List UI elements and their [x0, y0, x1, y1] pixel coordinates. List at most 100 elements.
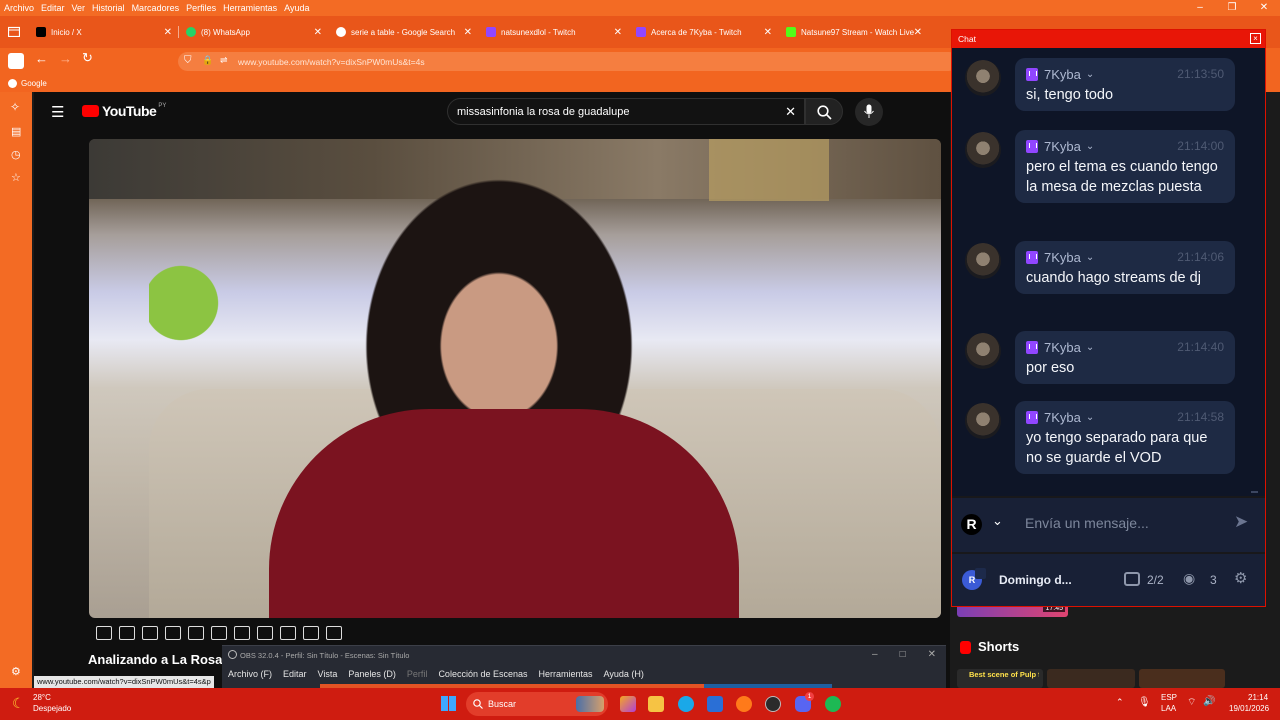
obs-menu-perfil[interactable]: Perfil	[407, 669, 428, 679]
menu-ver[interactable]: Ver	[72, 3, 86, 13]
channel-name[interactable]: Domingo d...	[999, 573, 1072, 587]
history-icon[interactable]: ◷	[11, 148, 21, 161]
fullscreen-icon[interactable]	[211, 626, 227, 640]
menu-editar[interactable]: Editar	[41, 3, 65, 13]
weather-description[interactable]: Despejado	[33, 704, 71, 713]
avatar[interactable]	[965, 60, 1001, 96]
tab-close-icon[interactable]: ✕	[464, 27, 472, 38]
sidebar-toggle-icon[interactable]	[8, 53, 24, 69]
menu-archivo[interactable]: Archivo	[4, 3, 34, 13]
streams-icon[interactable]	[1124, 572, 1140, 586]
tab-manager-icon[interactable]	[8, 26, 20, 37]
restore-icon[interactable]: □	[900, 649, 906, 660]
clear-search-icon[interactable]: ✕	[785, 104, 796, 120]
chevron-down-icon[interactable]: ⌄	[992, 513, 1003, 529]
close-icon[interactable]: ×	[1250, 33, 1261, 44]
hamburger-menu-icon[interactable]: ☰	[51, 103, 64, 121]
send-icon[interactable]: ➤	[1234, 512, 1248, 532]
youtube-logo[interactable]: YouTube PY	[82, 103, 166, 119]
menu-ayuda[interactable]: Ayuda	[284, 3, 309, 13]
chevron-down-icon[interactable]: ⌄	[1086, 252, 1094, 263]
lock-icon[interactable]: 🔒	[202, 55, 213, 66]
tab-close-icon[interactable]: ✕	[614, 27, 622, 38]
clock-time[interactable]: 21:14	[1248, 693, 1268, 702]
obs-menu-editar[interactable]: Editar	[283, 669, 307, 679]
avatar[interactable]	[965, 132, 1001, 168]
forward-icon[interactable]: →	[59, 51, 72, 66]
broadcast-icon[interactable]	[119, 626, 135, 640]
short-thumbnail[interactable]	[1139, 669, 1225, 688]
bookmark-google[interactable]: Google	[21, 79, 47, 88]
account-switcher[interactable]: R	[961, 514, 982, 535]
menu-perfiles[interactable]: Perfiles	[186, 3, 216, 13]
weather-temperature[interactable]: 28°C	[33, 693, 51, 702]
tab-close-icon[interactable]: ✕	[764, 27, 772, 38]
tab-close-icon[interactable]: ✕	[164, 27, 172, 38]
weather-moon-icon[interactable]: ☾	[12, 695, 25, 712]
message-username[interactable]: 7Kyba	[1044, 410, 1081, 425]
copilot-icon[interactable]	[620, 696, 636, 712]
tab-close-icon[interactable]: ✕	[314, 27, 322, 38]
aria-icon[interactable]: ✧	[10, 100, 20, 114]
keyboard-icon[interactable]	[303, 626, 319, 640]
short-thumbnail[interactable]	[1047, 669, 1135, 688]
pinboard-icon[interactable]: ▤	[11, 125, 21, 138]
url-field[interactable]: ⛉ 🔒 ⇌ www.youtube.com/watch?v=dixSnPW0mU…	[178, 52, 958, 71]
chevron-down-icon[interactable]: ⌄	[1086, 342, 1094, 353]
message-username[interactable]: 7Kyba	[1044, 139, 1081, 154]
obs-menu-archivo[interactable]: Archivo (F)	[228, 669, 272, 679]
wifi-icon[interactable]: ⌔	[1187, 696, 1196, 709]
avatar[interactable]	[965, 243, 1001, 279]
obs-menu-ayuda[interactable]: Ayuda (H)	[604, 669, 644, 679]
message-username[interactable]: 7Kyba	[1044, 340, 1081, 355]
chevron-down-icon[interactable]: ⌄	[1086, 141, 1094, 152]
file-explorer-icon[interactable]	[648, 696, 664, 712]
menu-historial[interactable]: Historial	[92, 3, 125, 13]
obs-studio-icon[interactable]	[765, 696, 781, 712]
mail-icon[interactable]	[707, 696, 723, 712]
message-username[interactable]: 7Kyba	[1044, 67, 1081, 82]
reload-icon[interactable]: ↻	[82, 50, 93, 66]
subtitles-icon[interactable]	[142, 626, 158, 640]
loop-icon[interactable]	[96, 626, 112, 640]
crop-icon[interactable]	[188, 626, 204, 640]
shield-icon[interactable]: ⛉	[184, 55, 192, 66]
search-button[interactable]	[805, 98, 843, 125]
settings-icon[interactable]: ⚙	[1234, 569, 1247, 587]
avatar[interactable]	[965, 333, 1001, 369]
trim-icon[interactable]	[257, 626, 273, 640]
video-player[interactable]	[89, 139, 941, 618]
speed-icon[interactable]	[234, 626, 250, 640]
message-username[interactable]: 7Kyba	[1044, 250, 1081, 265]
spotify-icon[interactable]	[825, 696, 841, 712]
windows-start-icon[interactable]	[441, 696, 456, 711]
site-settings-icon[interactable]: ⇌	[220, 55, 228, 66]
volume-icon[interactable]: 🔊	[1203, 696, 1215, 707]
theater-icon[interactable]	[165, 626, 181, 640]
settings-icon[interactable]: ⚙	[11, 665, 21, 678]
voice-search-button[interactable]	[855, 98, 883, 126]
restore-icon[interactable]: ❐	[1216, 0, 1248, 16]
close-icon[interactable]: ✕	[1248, 0, 1280, 16]
menu-marcadores[interactable]: Marcadores	[132, 3, 180, 13]
tab-google-search[interactable]: serie a table - Google Search ✕	[330, 20, 476, 44]
minimize-icon[interactable]: –	[872, 649, 878, 660]
chat-message-input[interactable]: Envía un mensaje...	[1025, 515, 1149, 531]
minimize-icon[interactable]: –	[1184, 0, 1216, 16]
language-code[interactable]: ESP	[1161, 693, 1177, 702]
tab-kick-natsune97[interactable]: Natsune97 Stream - Watch Live ✕	[780, 20, 926, 44]
video-title[interactable]: Analizando a La Rosa d	[88, 652, 234, 667]
keyboard-layout[interactable]: LAA	[1161, 704, 1176, 713]
obs-menu-paneles[interactable]: Paneles (D)	[348, 669, 396, 679]
chevron-down-icon[interactable]: ⌄	[1086, 69, 1094, 80]
tab-whatsapp[interactable]: (8) WhatsApp ✕	[180, 20, 326, 44]
firefox-icon[interactable]	[736, 696, 752, 712]
obs-menu-herramientas[interactable]: Herramientas	[539, 669, 593, 679]
clock-date[interactable]: 19/01/2026	[1229, 704, 1269, 713]
tab-twitch-7kyba[interactable]: Acerca de 7Kyba - Twitch ✕	[630, 20, 776, 44]
short-thumbnail[interactable]: Best scene of Pulp fiction	[957, 669, 1043, 688]
back-icon[interactable]: ←	[35, 51, 48, 66]
menu-herramientas[interactable]: Herramientas	[223, 3, 277, 13]
obs-menu-coleccion-escenas[interactable]: Colección de Escenas	[438, 669, 527, 679]
tab-close-icon[interactable]: ✕	[914, 27, 922, 38]
